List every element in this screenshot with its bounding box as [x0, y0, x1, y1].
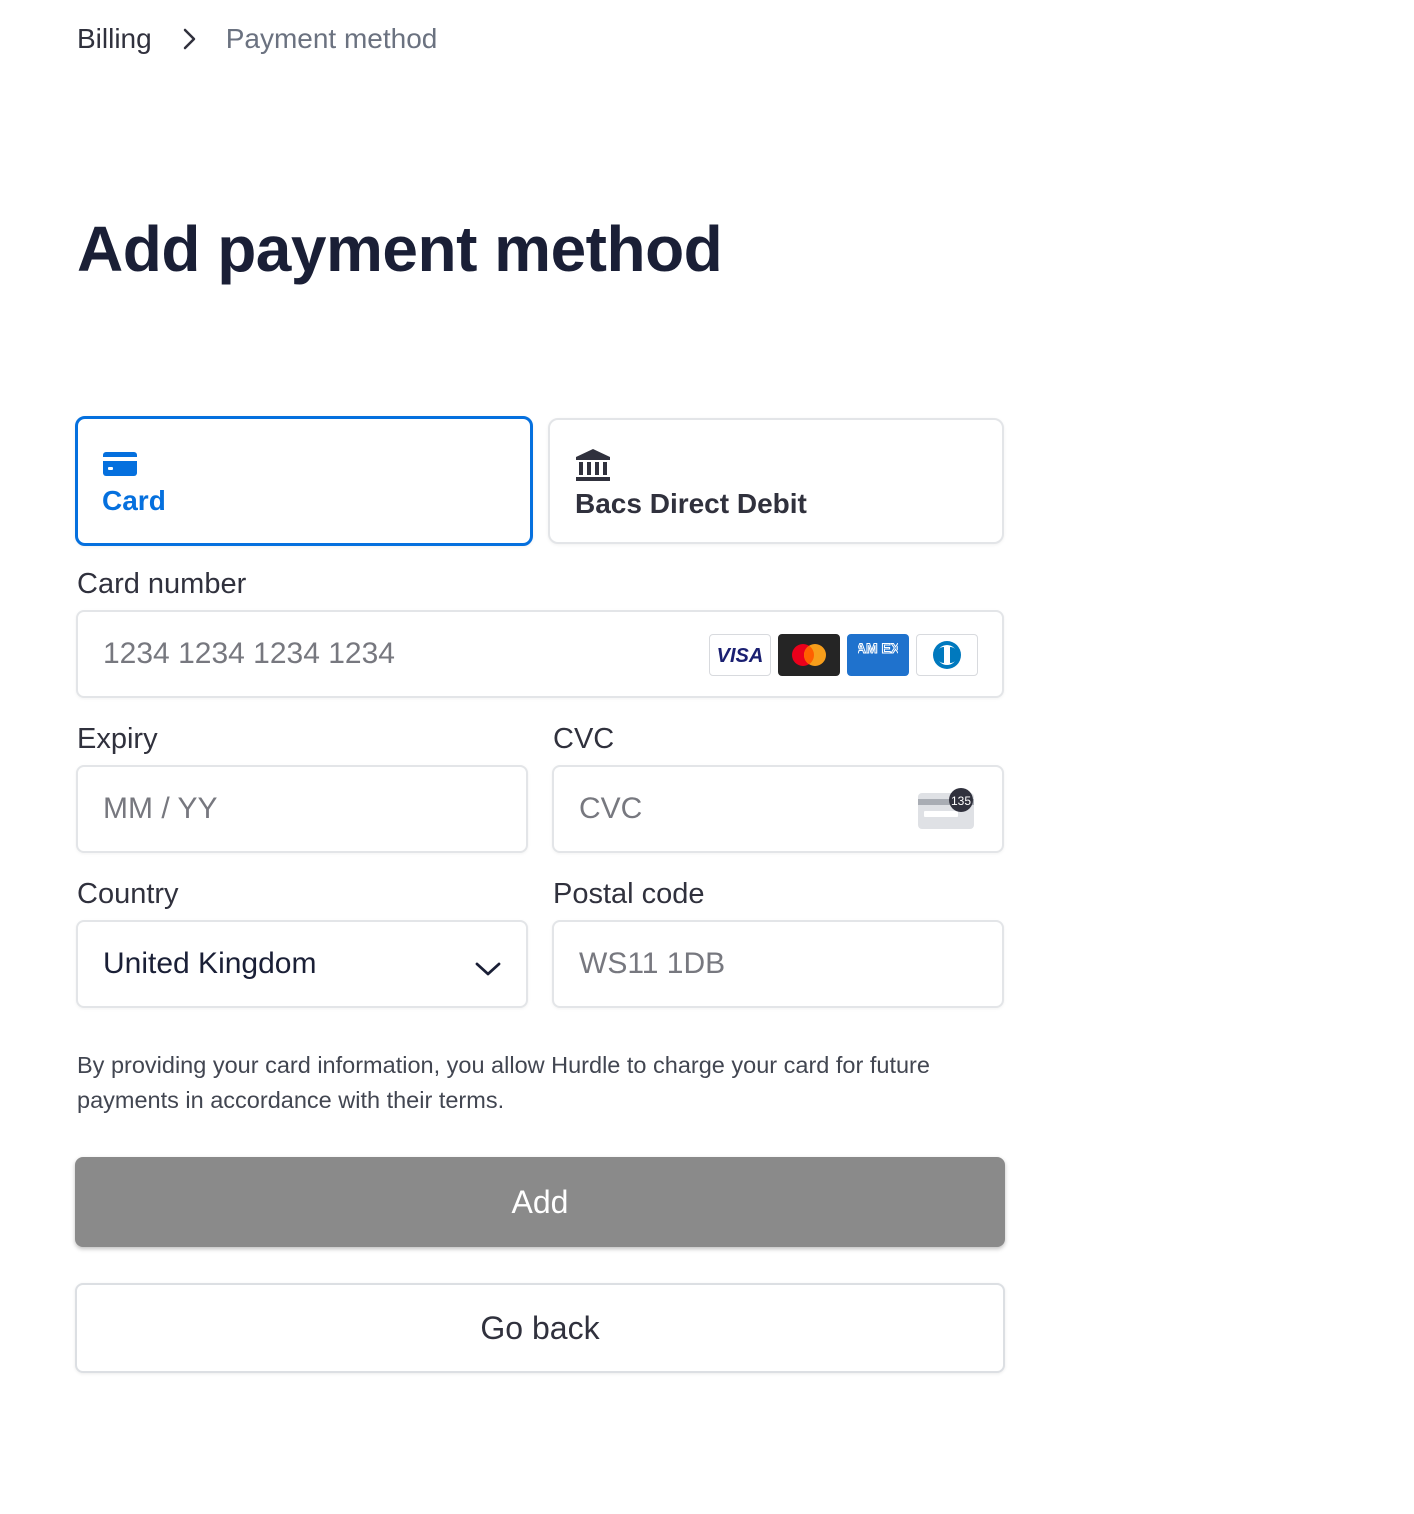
card-number-placeholder: 1234 1234 1234 1234 — [103, 637, 395, 670]
postal-code-label: Postal code — [553, 878, 705, 910]
credit-card-icon — [102, 447, 138, 479]
expiry-placeholder: MM / YY — [103, 792, 218, 825]
cvc-label: CVC — [553, 723, 615, 755]
diners-club-icon — [916, 634, 978, 676]
svg-text:AM EX: AM EX — [858, 640, 898, 656]
country-label: Country — [77, 878, 179, 910]
card-number-label: Card number — [77, 568, 247, 600]
bank-icon — [575, 448, 611, 481]
cvc-card-icon: 135 — [916, 787, 978, 833]
terms-text: By providing your card information, you … — [77, 1052, 930, 1113]
tab-bacs-label: Bacs Direct Debit — [575, 488, 807, 519]
card-number-input[interactable]: 1234 1234 1234 1234 VISA AM EX — [76, 610, 1004, 698]
mastercard-icon — [778, 634, 840, 676]
add-button[interactable]: Add — [75, 1157, 1005, 1247]
country-value: United Kingdom — [103, 947, 317, 980]
postal-code-placeholder: WS11 1DB — [579, 947, 726, 980]
expiry-input[interactable]: MM / YY — [76, 765, 528, 853]
cvc-placeholder: CVC — [579, 792, 643, 825]
svg-text:135: 135 — [951, 794, 971, 808]
card-brands: VISA AM EX — [709, 634, 978, 676]
tab-bacs-direct-debit[interactable]: Bacs Direct Debit — [548, 418, 1004, 544]
visa-icon: VISA — [709, 634, 771, 676]
breadcrumb: Billing Payment method — [77, 20, 437, 58]
cvc-input[interactable]: CVC 135 — [552, 765, 1004, 853]
svg-text:VISA: VISA — [717, 645, 764, 667]
country-select[interactable]: United Kingdom — [76, 920, 528, 1008]
amex-icon: AM EX — [847, 634, 909, 676]
chevron-right-icon — [182, 27, 198, 51]
breadcrumb-billing-link[interactable]: Billing — [77, 23, 152, 55]
tab-card-label: Card — [102, 485, 166, 516]
tab-card[interactable]: Card — [75, 416, 533, 546]
postal-code-input[interactable]: WS11 1DB — [552, 920, 1004, 1008]
go-back-button[interactable]: Go back — [75, 1283, 1005, 1373]
page-title: Add payment method — [77, 213, 723, 285]
expiry-label: Expiry — [77, 723, 158, 755]
chevron-down-icon — [474, 954, 502, 976]
breadcrumb-current: Payment method — [225, 23, 438, 54]
